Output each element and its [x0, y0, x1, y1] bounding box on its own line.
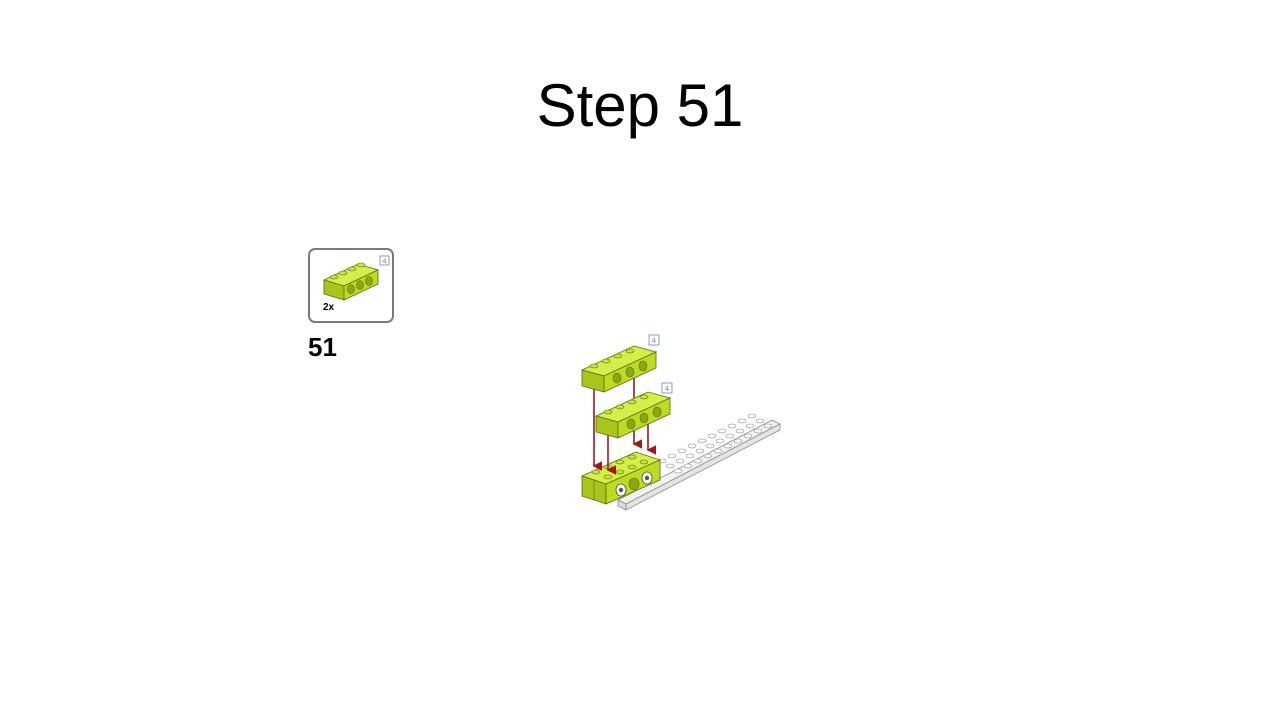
part-length-tag: 4: [382, 258, 387, 266]
part-tag-upper: 4: [652, 337, 657, 345]
part-quantity: 2x: [323, 302, 335, 313]
step-number: 51: [308, 332, 337, 362]
parts-callout-box: 4 2x: [308, 248, 394, 323]
slide-title: Step 51: [536, 72, 744, 139]
floating-brick-upper: 4: [580, 334, 660, 393]
part-tag-lower: 4: [665, 385, 670, 393]
assembly-illustration: 4 4: [580, 334, 781, 511]
technic-brick-1x4-icon: 4: [322, 255, 390, 301]
